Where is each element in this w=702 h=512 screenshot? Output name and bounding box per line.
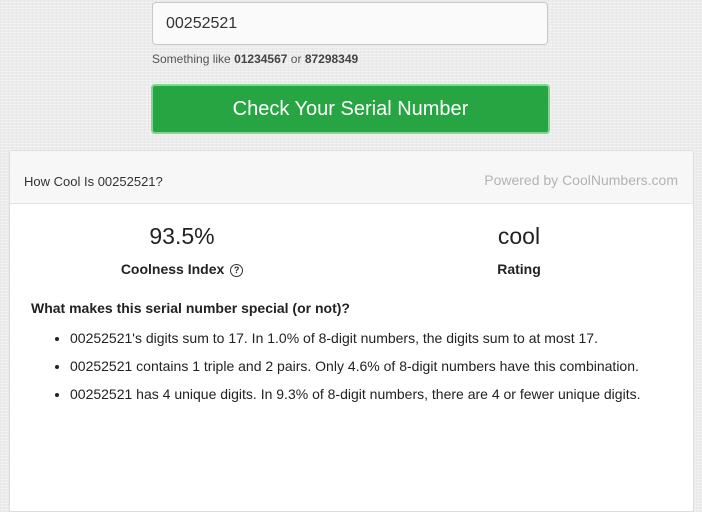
result-panel: How Cool Is 00252521? Powered by CoolNum… xyxy=(9,150,694,512)
coolness-index-stat: 93.5% Coolness Index ? xyxy=(62,222,302,278)
rating-label: Rating xyxy=(497,261,541,277)
serial-number-input[interactable] xyxy=(152,2,548,45)
powered-by-link[interactable]: Powered by CoolNumbers.com xyxy=(484,172,678,188)
reason-item: 00252521's digits sum to 17. In 1.0% of … xyxy=(70,326,680,350)
example-hint: Something like 01234567 or 87298349 xyxy=(152,52,358,66)
hint-example-1: 01234567 xyxy=(234,52,288,66)
check-serial-button[interactable]: Check Your Serial Number xyxy=(151,84,550,134)
hint-separator: or xyxy=(290,52,302,66)
rating-value: cool xyxy=(497,223,541,249)
reason-item: 00252521 contains 1 triple and 2 pairs. … xyxy=(70,354,680,378)
reason-item: 00252521 has 4 unique digits. In 9.3% of… xyxy=(70,382,680,406)
help-icon[interactable]: ? xyxy=(230,264,244,277)
result-title: How Cool Is 00252521? xyxy=(24,174,163,189)
reasons-list: 00252521's digits sum to 17. In 1.0% of … xyxy=(49,326,680,410)
hint-prefix: Something like xyxy=(152,52,231,66)
special-heading: What makes this serial number special (o… xyxy=(31,300,350,316)
hint-example-2: 87298349 xyxy=(304,52,359,66)
coolness-index-value: 93.5% xyxy=(149,223,215,249)
coolness-index-label-row: Coolness Index ? xyxy=(62,260,302,278)
result-panel-header: How Cool Is 00252521? Powered by CoolNum… xyxy=(10,151,693,204)
coolness-index-label: Coolness Index xyxy=(120,261,225,277)
rating-stat: cool Rating xyxy=(399,222,639,278)
